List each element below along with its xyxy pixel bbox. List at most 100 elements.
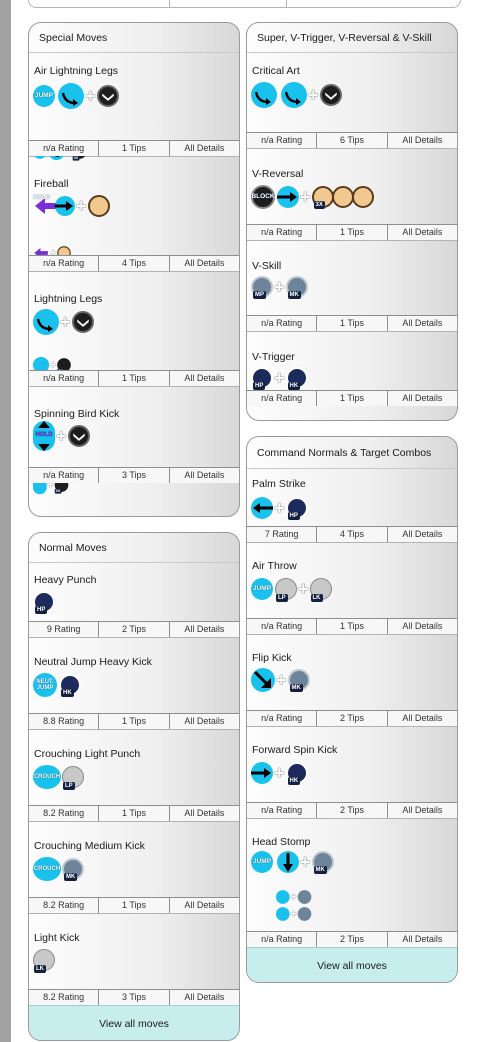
tips-link[interactable]: 1 Tips bbox=[99, 714, 170, 729]
panel-title: Super, V-Trigger, V-Reversal & V-Skill bbox=[247, 23, 457, 53]
rating-link[interactable]: n/a Rating bbox=[247, 619, 318, 634]
rating-link[interactable]: 8.8 Rating bbox=[29, 714, 100, 729]
rating-link[interactable]: 8.2 Rating bbox=[29, 990, 100, 1005]
plus-icon: + bbox=[274, 763, 285, 783]
rating-link[interactable]: n/a Rating bbox=[29, 256, 100, 271]
rating-link[interactable]: n/a Rating bbox=[29, 468, 100, 483]
all-details-link[interactable]: All Details bbox=[170, 622, 239, 637]
all-details-link[interactable]: All Details bbox=[170, 371, 239, 386]
plus-icon: + bbox=[308, 85, 319, 105]
tips-link[interactable]: 4 Tips bbox=[99, 256, 170, 271]
rating-link[interactable]: n/a Rating bbox=[247, 133, 318, 148]
tips-link[interactable]: 1 Tips bbox=[99, 141, 170, 156]
move-name: Neutral Jump Heavy Kick bbox=[34, 656, 152, 668]
plus-icon: + bbox=[298, 579, 309, 599]
jump-icon: JUMP bbox=[251, 851, 273, 873]
plus-icon: + bbox=[290, 890, 297, 904]
all-details-link[interactable]: All Details bbox=[388, 619, 457, 634]
all-details-link[interactable]: All Details bbox=[388, 316, 457, 331]
rating-link[interactable]: n/a Rating bbox=[247, 316, 318, 331]
move-crouching-medium-kick[interactable]: Crouching Medium Kick CROUCH MK 8.2 Rati… bbox=[29, 822, 239, 914]
all-details-link[interactable]: All Details bbox=[170, 468, 239, 483]
move-v-trigger[interactable]: V-Trigger HP + HK n/a Rating 1 Tips All … bbox=[247, 332, 457, 420]
heavy-punch-icon: HP bbox=[33, 591, 55, 614]
rating-link[interactable]: 8.2 Rating bbox=[29, 806, 100, 821]
tips-link[interactable]: 1 Tips bbox=[99, 806, 170, 821]
move-stats: 8.2 Rating 1 Tips All Details bbox=[29, 897, 239, 913]
tips-link[interactable]: 4 Tips bbox=[317, 527, 388, 542]
tips-link[interactable]: 1 Tips bbox=[317, 619, 388, 634]
all-details-link[interactable]: All Details bbox=[388, 711, 457, 726]
tips-link[interactable]: 1 Tips bbox=[99, 371, 170, 386]
rating-link[interactable]: n/a Rating bbox=[247, 225, 318, 240]
command-normals-panel: Command Normals & Target Combos Palm Str… bbox=[246, 436, 458, 983]
all-details-link[interactable]: All Details bbox=[388, 391, 457, 406]
jump-icon: JUMP bbox=[251, 578, 273, 600]
tips-link[interactable]: 1 Tips bbox=[99, 898, 170, 913]
move-stats: n/a Rating 2 Tips All Details bbox=[247, 710, 457, 726]
move-name: V-Reversal bbox=[252, 168, 304, 180]
hold-down-up-icon: HOLD bbox=[33, 421, 55, 451]
tips-link[interactable]: 1 Tips bbox=[317, 316, 388, 331]
all-details-link[interactable]: All Details bbox=[388, 225, 457, 240]
view-all-moves-link[interactable]: View all moves bbox=[29, 1005, 239, 1040]
move-stats: n/a Rating 1 Tips All Details bbox=[29, 370, 239, 386]
tips-link[interactable]: 2 Tips bbox=[99, 622, 170, 637]
tips-link[interactable]: 2 Tips bbox=[317, 803, 388, 818]
move-critical-art[interactable]: Critical Art + n/a Rating 6 Tips All Det… bbox=[247, 53, 457, 149]
move-head-stomp[interactable]: Head Stomp JUMP + MK + + n/a Rating 2 Ti… bbox=[247, 819, 457, 947]
move-flip-kick[interactable]: Flip Kick + MK n/a Rating 2 Tips All Det… bbox=[247, 635, 457, 727]
all-details-link[interactable]: All Details bbox=[170, 990, 239, 1005]
all-details-link[interactable]: All Details bbox=[170, 806, 239, 821]
view-all-moves-link[interactable]: View all moves bbox=[247, 947, 457, 982]
tips-link[interactable]: 3 Tips bbox=[99, 468, 170, 483]
move-fireball[interactable]: Fireball HOLD + + 3X n/a Rating 4 Tips A… bbox=[29, 157, 239, 272]
move-heavy-punch[interactable]: Heavy Punch HP 9 Rating 2 Tips All Detai… bbox=[29, 563, 239, 638]
tips-link[interactable]: 3 Tips bbox=[99, 990, 170, 1005]
all-details-link[interactable]: All Details bbox=[170, 898, 239, 913]
previous-panel-footer bbox=[28, 0, 461, 8]
move-spinning-bird-kick[interactable]: Spinning Bird Kick HOLD + + 3X n/a Ratin… bbox=[29, 387, 239, 503]
all-details-link[interactable]: All Details bbox=[388, 932, 457, 947]
plus-icon: + bbox=[276, 670, 287, 690]
move-crouching-light-punch[interactable]: Crouching Light Punch CROUCH LP 8.2 Rati… bbox=[29, 730, 239, 822]
rating-link[interactable]: n/a Rating bbox=[247, 711, 318, 726]
punch-fist-icon bbox=[331, 186, 354, 208]
rating-link[interactable]: n/a Rating bbox=[247, 391, 318, 406]
move-v-reversal[interactable]: V-Reversal BLOCK + 3X n/a Rating 1 Tips … bbox=[247, 149, 457, 241]
tips-link[interactable]: 6 Tips bbox=[317, 133, 388, 148]
all-details-link[interactable]: All Details bbox=[388, 803, 457, 818]
move-name: V-Skill bbox=[252, 260, 282, 272]
move-input: HOLD + bbox=[33, 195, 110, 217]
tips-link[interactable]: 2 Tips bbox=[317, 711, 388, 726]
move-v-skill[interactable]: V-Skill MP + MK n/a Rating 1 Tips All De… bbox=[247, 241, 457, 332]
move-light-kick[interactable]: Light Kick LK 8.2 Rating 3 Tips All Deta… bbox=[29, 914, 239, 1005]
move-air-lightning-legs[interactable]: Air Lightning Legs JUMP + JUMP + 3X n/a … bbox=[29, 53, 239, 161]
plus-icon: + bbox=[300, 187, 311, 207]
all-details-link[interactable]: All Details bbox=[170, 714, 239, 729]
rating-link[interactable]: 9 Rating bbox=[29, 622, 100, 637]
move-palm-strike[interactable]: Palm Strike + HP 7 Rating 4 Tips All Det… bbox=[247, 469, 457, 543]
move-lightning-legs[interactable]: Lightning Legs + + 3X n/a Rating 1 Tips … bbox=[29, 272, 239, 387]
rating-link[interactable]: n/a Rating bbox=[29, 371, 100, 386]
tips-link[interactable]: 2 Tips bbox=[317, 932, 388, 947]
rating-link[interactable]: n/a Rating bbox=[247, 803, 318, 818]
all-details-link[interactable]: All Details bbox=[170, 141, 239, 156]
panel-title: Command Normals & Target Combos bbox=[247, 437, 457, 469]
rating-link[interactable]: 8.2 Rating bbox=[29, 898, 100, 913]
rating-link[interactable]: 7 Rating bbox=[247, 527, 318, 542]
light-kick-icon: LK bbox=[309, 578, 332, 602]
move-stats: n/a Rating 2 Tips All Details bbox=[247, 931, 457, 947]
move-forward-spin-kick[interactable]: Forward Spin Kick + HK n/a Rating 2 Tips… bbox=[247, 727, 457, 819]
all-details-link[interactable]: All Details bbox=[388, 527, 457, 542]
all-details-link[interactable]: All Details bbox=[388, 133, 457, 148]
crouch-icon: CROUCH bbox=[33, 765, 61, 789]
all-details-link[interactable]: All Details bbox=[170, 256, 239, 271]
rating-link[interactable]: n/a Rating bbox=[247, 932, 318, 947]
tips-link[interactable]: 1 Tips bbox=[317, 225, 388, 240]
move-name: Flip Kick bbox=[252, 652, 292, 664]
tips-link[interactable]: 1 Tips bbox=[317, 391, 388, 406]
rating-link[interactable]: n/a Rating bbox=[29, 141, 100, 156]
move-air-throw[interactable]: Air Throw JUMP LP + LK n/a Rating 1 Tips… bbox=[247, 543, 457, 635]
move-neutral-jump-heavy-kick[interactable]: Neutral Jump Heavy Kick NEUT. JUMP HK 8.… bbox=[29, 638, 239, 730]
